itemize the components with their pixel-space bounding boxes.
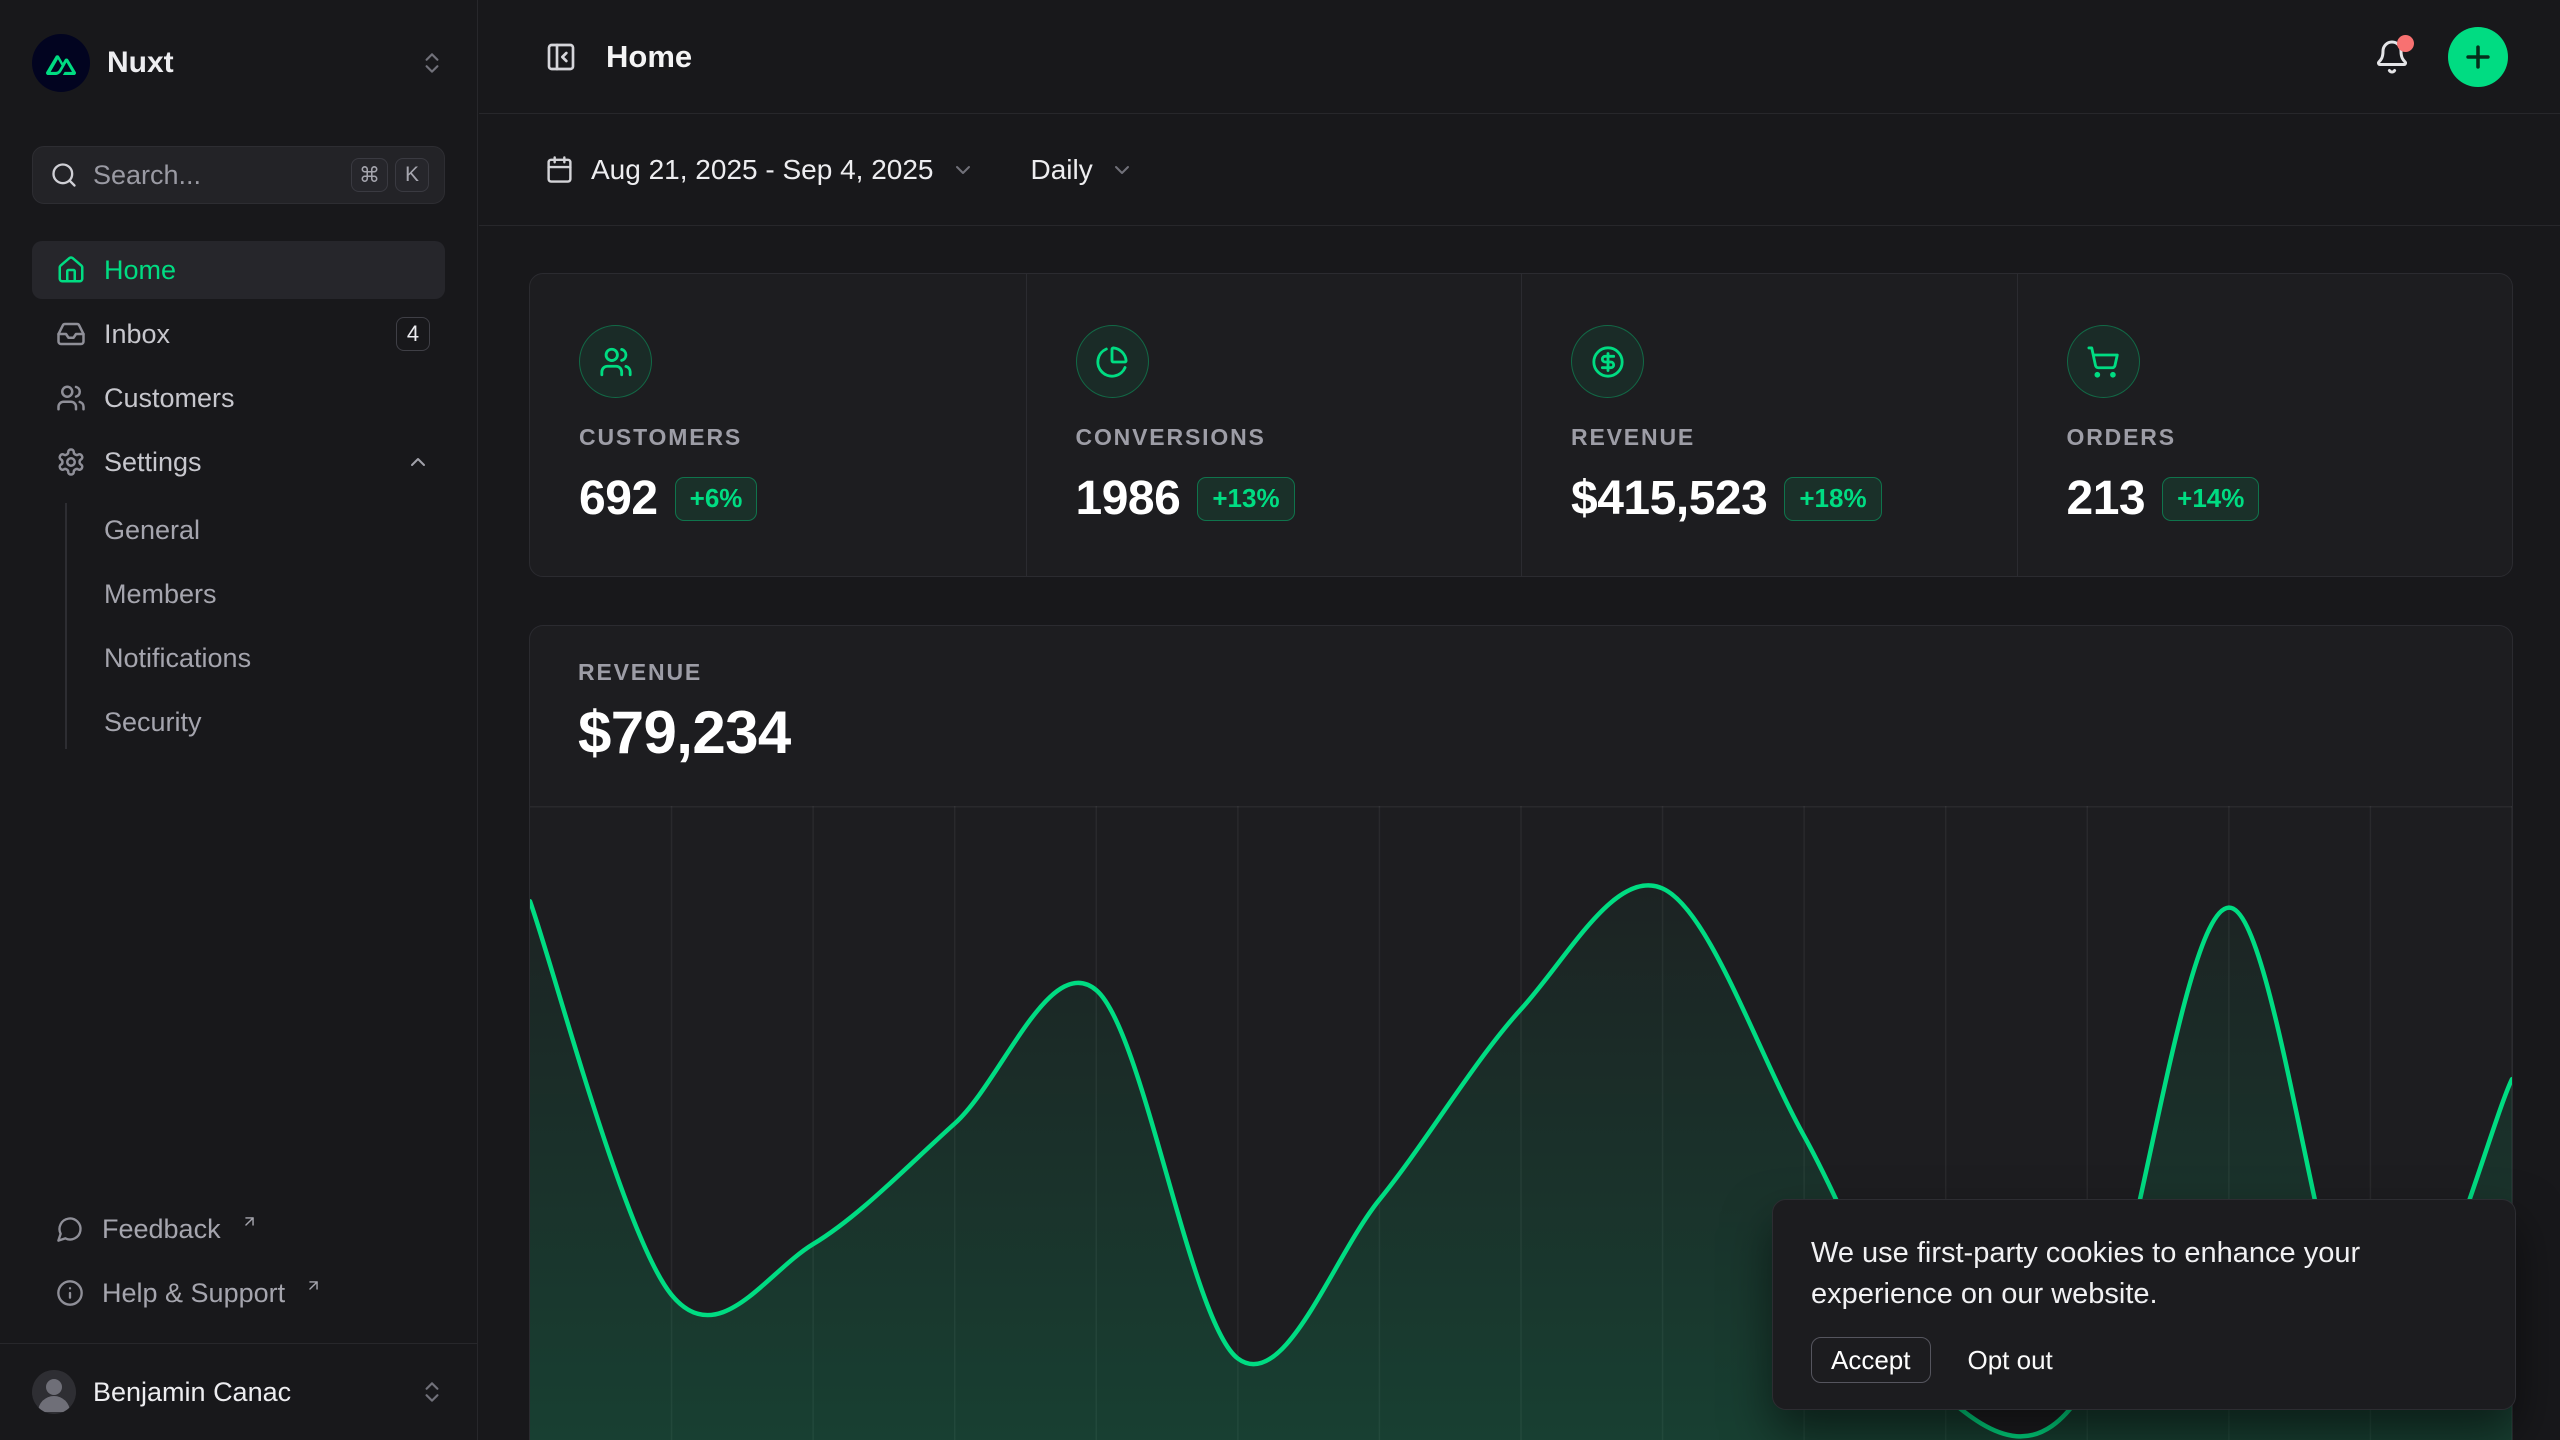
submenu-guide-line bbox=[65, 503, 67, 749]
sidebar-item-label: Settings bbox=[104, 447, 202, 478]
notifications-button[interactable] bbox=[2374, 39, 2410, 75]
footer-link-label: Help & Support bbox=[102, 1278, 285, 1309]
gear-icon bbox=[56, 447, 86, 477]
sidebar-item-settings[interactable]: Settings bbox=[32, 433, 445, 491]
page-title: Home bbox=[606, 39, 692, 75]
stat-conversions[interactable]: CONVERSIONS 1986 +13% bbox=[1026, 274, 1522, 576]
search-placeholder: Search... bbox=[93, 160, 201, 191]
stats-card: CUSTOMERS 692 +6% CONVERSIONS 1986 +13% bbox=[529, 273, 2513, 577]
period-label: Daily bbox=[1031, 154, 1093, 186]
stat-customers[interactable]: CUSTOMERS 692 +6% bbox=[530, 274, 1026, 576]
shopping-cart-icon bbox=[2067, 325, 2140, 398]
chevrons-up-down-icon bbox=[419, 50, 445, 76]
sub-item-label: Members bbox=[104, 579, 217, 610]
stat-delta-badge: +14% bbox=[2162, 477, 2259, 521]
workspace-name: Nuxt bbox=[107, 46, 174, 80]
users-icon bbox=[579, 325, 652, 398]
revenue-chart-header: REVENUE $79,234 bbox=[530, 626, 2512, 767]
stat-revenue[interactable]: REVENUE $415,523 +18% bbox=[1521, 274, 2017, 576]
notification-dot bbox=[2397, 35, 2414, 52]
search-input[interactable]: Search... ⌘ K bbox=[32, 146, 445, 204]
sidebar-collapse-icon[interactable] bbox=[545, 41, 577, 73]
sidebar-item-notifications[interactable]: Notifications bbox=[32, 629, 445, 687]
stat-label: ORDERS bbox=[2067, 424, 2513, 451]
revenue-chart-label: REVENUE bbox=[578, 659, 2512, 686]
external-link-icon bbox=[305, 1277, 322, 1294]
sidebar-item-members[interactable]: Members bbox=[32, 565, 445, 623]
sub-item-label: Security bbox=[104, 707, 202, 738]
kbd-k: K bbox=[395, 158, 429, 192]
cookie-actions: Accept Opt out bbox=[1811, 1337, 2477, 1383]
kbd-cmd: ⌘ bbox=[351, 158, 388, 192]
stat-delta-badge: +18% bbox=[1784, 477, 1881, 521]
sidebar-item-label: Inbox bbox=[104, 319, 170, 350]
add-button[interactable] bbox=[2448, 27, 2508, 87]
users-icon bbox=[56, 383, 86, 413]
help-support-link[interactable]: Help & Support bbox=[32, 1265, 445, 1321]
avatar bbox=[32, 1370, 76, 1414]
calendar-icon bbox=[545, 155, 574, 184]
sidebar-footer-links: Feedback Help & Support bbox=[32, 1201, 445, 1343]
circle-dollar-icon bbox=[1571, 325, 1644, 398]
period-select[interactable]: Daily bbox=[1031, 154, 1134, 186]
search-shortcut: ⌘ K bbox=[351, 158, 429, 192]
stat-delta-badge: +13% bbox=[1197, 477, 1294, 521]
revenue-chart-value: $79,234 bbox=[578, 698, 2512, 767]
user-name: Benjamin Canac bbox=[93, 1377, 291, 1408]
sidebar-item-inbox[interactable]: Inbox 4 bbox=[32, 305, 445, 363]
stat-value: 213 bbox=[2067, 471, 2146, 526]
footer-link-label: Feedback bbox=[102, 1214, 221, 1245]
home-icon bbox=[56, 255, 86, 285]
plus-icon bbox=[2461, 40, 2495, 74]
sidebar-item-home[interactable]: Home bbox=[32, 241, 445, 299]
cookie-banner: We use first-party cookies to enhance yo… bbox=[1772, 1199, 2516, 1410]
inbox-icon bbox=[56, 319, 86, 349]
stat-orders[interactable]: ORDERS 213 +14% bbox=[2017, 274, 2513, 576]
stat-value: 1986 bbox=[1076, 471, 1181, 526]
sidebar-top: Nuxt Search... ⌘ K bbox=[0, 0, 477, 1343]
sidebar-item-security[interactable]: Security bbox=[32, 693, 445, 751]
stat-value: 692 bbox=[579, 471, 658, 526]
stat-delta-badge: +6% bbox=[675, 477, 758, 521]
stat-label: CONVERSIONS bbox=[1076, 424, 1522, 451]
workspace-selector[interactable]: Nuxt bbox=[32, 32, 445, 94]
stat-label: CUSTOMERS bbox=[579, 424, 1026, 451]
message-bubble-icon bbox=[56, 1215, 84, 1243]
external-link-icon bbox=[241, 1213, 258, 1230]
settings-submenu: General Members Notifications Security bbox=[32, 501, 445, 755]
inbox-count-badge: 4 bbox=[396, 317, 430, 351]
date-range-button[interactable]: Aug 21, 2025 - Sep 4, 2025 bbox=[545, 154, 975, 186]
dashboard-app: Nuxt Search... ⌘ K bbox=[0, 0, 2560, 1440]
date-range-label: Aug 21, 2025 - Sep 4, 2025 bbox=[591, 154, 934, 186]
cookie-message: We use first-party cookies to enhance yo… bbox=[1811, 1233, 2411, 1315]
sidebar-item-label: Customers bbox=[104, 383, 235, 414]
info-icon bbox=[56, 1279, 84, 1307]
nuxt-logo bbox=[32, 34, 90, 92]
accept-button[interactable]: Accept bbox=[1811, 1337, 1931, 1383]
opt-out-button[interactable]: Opt out bbox=[1968, 1345, 2053, 1376]
stat-label: REVENUE bbox=[1571, 424, 2017, 451]
chevron-up-icon bbox=[406, 450, 430, 474]
pie-chart-icon bbox=[1076, 325, 1149, 398]
sub-item-label: Notifications bbox=[104, 643, 251, 674]
search-icon bbox=[50, 161, 78, 189]
sidebar-item-customers[interactable]: Customers bbox=[32, 369, 445, 427]
sidebar-item-general[interactable]: General bbox=[32, 501, 445, 559]
toolbar: Aug 21, 2025 - Sep 4, 2025 Daily bbox=[479, 114, 2560, 226]
sidebar-nav: Home Inbox 4 Customers bbox=[32, 241, 445, 755]
chevron-down-icon bbox=[951, 158, 975, 182]
topbar-actions bbox=[2374, 27, 2508, 87]
feedback-link[interactable]: Feedback bbox=[32, 1201, 445, 1257]
user-menu[interactable]: Benjamin Canac bbox=[0, 1343, 477, 1440]
chevron-down-icon bbox=[1110, 158, 1134, 182]
stat-value: $415,523 bbox=[1571, 471, 1767, 526]
chevrons-up-down-icon bbox=[419, 1379, 445, 1405]
sub-item-label: General bbox=[104, 515, 200, 546]
sidebar: Nuxt Search... ⌘ K bbox=[0, 0, 478, 1440]
sidebar-item-label: Home bbox=[104, 255, 176, 286]
topbar: Home bbox=[479, 0, 2560, 114]
